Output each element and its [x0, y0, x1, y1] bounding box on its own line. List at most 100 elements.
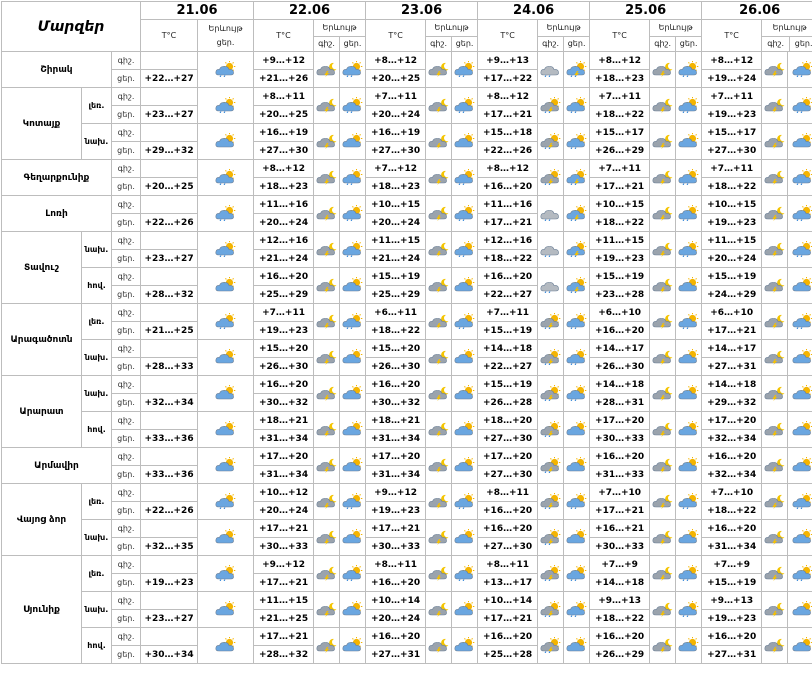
subregion-name: նախ. — [81, 123, 112, 160]
day-temp: +26…+29 — [589, 141, 651, 160]
night-temp: +11…+15 — [701, 231, 763, 250]
day-label: ցեր. — [110, 177, 142, 196]
weather-icon-cell — [451, 123, 479, 160]
day-temp: +30…+33 — [253, 537, 315, 556]
weather-icon-cell — [425, 411, 453, 448]
weather-icon-cell — [675, 627, 703, 664]
weather-icon-cell — [313, 483, 341, 520]
cloud-sun-rain-icon — [214, 564, 238, 581]
day-temp: +26…+29 — [589, 645, 651, 664]
cloud-storm-icon — [539, 168, 563, 185]
night-temp: +8…+12 — [253, 159, 315, 178]
night-temp: +17…+21 — [365, 519, 427, 538]
cloud-sun-icon — [453, 600, 477, 617]
weather-icon-cell — [197, 411, 255, 448]
day-temp: +27…+31 — [701, 645, 763, 664]
night-temp — [140, 87, 199, 106]
day-temp: +31…+34 — [253, 429, 315, 448]
cloud-moon-icon — [763, 457, 787, 473]
night-temp: +7…+11 — [477, 303, 539, 322]
night-label: գիշ. — [110, 87, 142, 106]
weather-icon-cell — [451, 483, 479, 520]
night-temp: +16…+19 — [365, 123, 427, 142]
weather-icon-cell — [537, 375, 565, 412]
weather-icon-cell — [675, 123, 703, 160]
weather-icon-cell — [761, 87, 789, 124]
night-temp: +16…+20 — [701, 519, 763, 538]
cloud-moon-icon — [427, 385, 451, 401]
day-temp: +28…+32 — [253, 645, 315, 664]
day-temp: +18…+23 — [365, 177, 427, 196]
day-temp: +18…+22 — [589, 105, 651, 124]
cloud-storm-icon — [539, 636, 563, 653]
weather-icon-cell — [339, 303, 367, 340]
weather-icon-cell — [451, 411, 479, 448]
night-temp: +9…+12 — [253, 555, 315, 574]
weather-icon-cell — [197, 123, 255, 160]
weather-icon-cell — [563, 231, 591, 268]
weather-icon-cell — [339, 627, 367, 664]
cloud-moon-icon — [315, 493, 339, 509]
cloud-sun-icon — [214, 528, 238, 545]
weather-icon-cell — [339, 555, 367, 592]
weather-icon-cell — [339, 267, 367, 304]
day-temp: +17…+21 — [477, 609, 539, 628]
night-temp: +11…+16 — [253, 195, 315, 214]
cloud-moon-icon — [763, 421, 787, 437]
day-temp: +19…+23 — [701, 609, 763, 628]
day-temp: +20…+24 — [253, 213, 315, 232]
cloud-moon-icon — [315, 313, 339, 329]
cloud-moon-icon — [315, 277, 339, 293]
cloud-sun-icon — [677, 636, 701, 653]
weather-icon-cell — [313, 87, 341, 124]
weather-icon-cell — [197, 591, 255, 628]
weather-icon-cell — [675, 51, 703, 88]
cloud-sun-rain-icon — [214, 492, 238, 509]
day-temp: +22…+27 — [477, 285, 539, 304]
day-label: ցեր. — [110, 285, 142, 304]
subregion-name: նախ. — [81, 375, 112, 412]
cloud-moon-icon — [427, 493, 451, 509]
cloud-sun-icon — [453, 384, 477, 401]
weather-icon-cell — [649, 87, 677, 124]
day-temp: +32…+34 — [140, 393, 199, 412]
weather-icon-cell — [197, 447, 255, 484]
cloud-moon-icon — [763, 241, 787, 257]
cloud-moon-icon — [651, 133, 675, 149]
day-temp: +26…+30 — [253, 357, 315, 376]
night-temp: +16…+20 — [701, 627, 763, 646]
night-temp: +16…+20 — [477, 267, 539, 286]
night-temp: +6…+10 — [589, 303, 651, 322]
night-temp: +15…+19 — [701, 267, 763, 286]
day-temp: +27…+30 — [253, 141, 315, 160]
cloud-storm-icon — [539, 132, 563, 149]
day-temp: +20…+24 — [365, 105, 427, 124]
day-temp: +22…+27 — [140, 69, 199, 88]
weather-icon-cell — [197, 87, 255, 124]
night-temp: +17…+21 — [253, 627, 315, 646]
cloud-thunder-rain-icon — [565, 204, 589, 221]
cloud-thunder-rain-icon — [565, 168, 589, 185]
weather-icon-cell — [563, 375, 591, 412]
subregion-name: նախ. — [81, 591, 112, 628]
night-temp: +16…+19 — [253, 123, 315, 142]
night-temp: +10…+15 — [365, 195, 427, 214]
weather-icon-cell — [537, 159, 565, 196]
cloud-sun-rain-icon — [453, 96, 477, 113]
temp-label: T°C — [612, 30, 627, 40]
weather-icon-cell — [425, 555, 453, 592]
phenomena-sublabels: գիշ. ցեր. — [538, 37, 589, 51]
cloud-sun-rain-icon — [565, 564, 589, 581]
night-row: հով. գիշ. +17…+21 +16…+20 +16…+20 +16…+20 +16…… — [2, 627, 812, 664]
night-label: գիշ. — [110, 555, 142, 574]
cloud-sun-icon — [791, 600, 812, 617]
weather-icon-cell — [649, 267, 677, 304]
cloud-sun-icon — [791, 636, 812, 653]
weather-icon-cell — [563, 303, 591, 340]
cloud-moon-icon — [315, 385, 339, 401]
weather-icon-cell — [537, 519, 565, 556]
weather-icon-cell — [649, 591, 677, 628]
cloud-sun-icon — [677, 528, 701, 545]
weather-icon-cell — [675, 231, 703, 268]
day-temp: +17…+21 — [253, 573, 315, 592]
